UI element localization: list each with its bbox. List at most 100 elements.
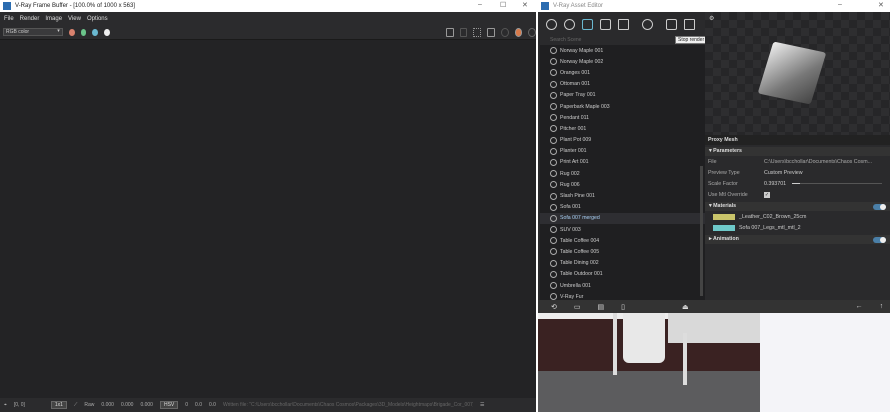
menu-options[interactable]: Options — [87, 16, 108, 22]
file-field[interactable]: C:\Users\bcchollar\Documents\Chaos Cosm.… — [764, 159, 872, 165]
list-item[interactable]: Plant Pot 009 — [540, 135, 705, 146]
stop-icon[interactable] — [528, 27, 537, 37]
list-item[interactable]: Slash Pine 001 — [540, 190, 705, 201]
delete-icon[interactable]: ▯ — [621, 303, 625, 311]
open-icon[interactable]: ▭ — [574, 303, 581, 311]
scale-factor-input[interactable]: 0.393701 — [764, 181, 792, 187]
save-icon[interactable]: ▤ — [598, 303, 605, 311]
material-1[interactable]: _Leather_C02_Brown_25cm — [739, 214, 806, 220]
list-item[interactable]: Table Coffee 005 — [540, 246, 705, 257]
props-header: Proxy Mesh — [705, 135, 890, 145]
section-animation[interactable]: ▸ Animation — [705, 235, 890, 244]
proxy-icon — [550, 192, 557, 200]
list-item[interactable]: Norway Maple 002 — [540, 56, 705, 67]
list-item[interactable]: Umbrella 001 — [540, 280, 705, 291]
asset-editor-window: V-Ray Asset Editor – ✕ Search Scene Norwa… — [538, 0, 890, 313]
s-value: 0.0 — [195, 402, 202, 408]
scale-slider[interactable] — [792, 183, 882, 184]
alpha-channel-icon[interactable] — [104, 28, 110, 36]
proxy-icon — [550, 69, 557, 77]
list-item[interactable]: Pitcher 001 — [540, 123, 705, 134]
section-materials[interactable]: ▾ Materials — [705, 202, 890, 211]
red-channel-icon[interactable] — [68, 28, 75, 36]
preview-type-select[interactable]: Custom Preview — [764, 170, 884, 176]
item-label: Norway Maple 001 — [560, 47, 604, 54]
compare-icon[interactable] — [487, 27, 495, 37]
item-label: Table Coffee 004 — [560, 237, 600, 244]
close-button[interactable]: ✕ — [522, 1, 528, 9]
minimize-button[interactable]: – — [838, 1, 842, 8]
list-item[interactable]: Norway Maple 001 — [540, 45, 705, 56]
settings-icon[interactable] — [642, 18, 653, 30]
menu-image[interactable]: Image — [45, 16, 62, 22]
list-item[interactable]: Table Coffee 004 — [540, 235, 705, 246]
menu-view[interactable]: View — [68, 16, 81, 22]
textures-icon[interactable] — [618, 18, 629, 30]
item-label: Rug 006 — [560, 181, 580, 188]
list-item[interactable]: Rug 002 — [540, 168, 705, 179]
list-item[interactable]: Planter 001 — [540, 146, 705, 157]
back-icon[interactable]: ← — [856, 303, 863, 310]
minimize-button[interactable]: – — [478, 1, 482, 8]
log-icon[interactable]: ☰ — [480, 402, 484, 408]
zoom-select[interactable]: 1x1 — [50, 401, 67, 409]
add-icon[interactable]: ⟲ — [551, 303, 557, 311]
render-teapot-icon[interactable] — [666, 18, 677, 30]
maximize-button[interactable]: ☐ — [500, 1, 506, 9]
preview-options-icon[interactable]: ⚙ — [709, 15, 714, 22]
purge-icon[interactable]: ⏏ — [682, 303, 689, 311]
materials-icon[interactable] — [546, 18, 557, 30]
save-image-icon[interactable] — [445, 27, 454, 37]
lights-icon[interactable] — [564, 18, 575, 30]
close-button[interactable]: ✕ — [878, 1, 884, 9]
layers-icon[interactable] — [600, 18, 611, 30]
color-mode-select[interactable]: HSV — [159, 401, 179, 409]
list-item[interactable]: SUV 003 — [540, 224, 705, 235]
item-label: Table Coffee 005 — [560, 248, 600, 255]
list-item[interactable]: Rug 006 — [540, 179, 705, 190]
region-render-icon[interactable] — [473, 27, 482, 37]
list-item[interactable]: Paper Tray 001 — [540, 90, 705, 101]
green-channel-icon[interactable] — [80, 28, 87, 36]
menu-render[interactable]: Render — [20, 16, 40, 22]
item-label: Pendant 011 — [560, 114, 590, 121]
list-item[interactable]: Print Art 001 — [540, 157, 705, 168]
mtl-override-checkbox[interactable]: ✓ — [764, 191, 770, 198]
blue-channel-icon[interactable] — [92, 28, 99, 36]
vfb-titlebar: V-Ray Frame Buffer - [100.0% of 1000 x 5… — [0, 0, 536, 12]
proxy-icon — [550, 158, 557, 166]
h-value: 0 — [185, 402, 189, 408]
animation-label: Animation — [712, 236, 739, 242]
list-item[interactable]: Sofa 007 merged — [540, 212, 705, 224]
list-item[interactable]: Table Outdoor 001 — [540, 269, 705, 280]
list-item[interactable]: Sofa 001 — [540, 202, 705, 213]
geometry-icon[interactable] — [582, 18, 593, 30]
history-icon[interactable] — [500, 27, 509, 37]
load-image-icon[interactable] — [459, 27, 468, 37]
file-label: File — [708, 158, 717, 165]
materials-toggle[interactable] — [873, 203, 886, 210]
pick-icon[interactable]: ⌖ — [4, 402, 7, 408]
animation-toggle[interactable] — [873, 236, 886, 243]
section-parameters[interactable]: ▾ Parameters — [705, 147, 890, 156]
list-item[interactable]: Pendant 011 — [540, 112, 705, 123]
curve-icon[interactable]: ⟋ — [74, 402, 78, 408]
frame-buffer-icon[interactable] — [684, 18, 695, 30]
channel-select[interactable]: RGB color — [3, 28, 63, 36]
vray-icon — [541, 2, 549, 10]
list-item[interactable]: Paperbark Maple 003 — [540, 101, 705, 112]
item-label: Pitcher 001 — [560, 125, 587, 132]
proxy-icon — [550, 136, 557, 144]
tooltip: Stop render — [675, 36, 708, 44]
item-label: Planter 001 — [560, 148, 587, 155]
item-label: Paper Tray 001 — [560, 92, 596, 99]
material-2[interactable]: Sofa 007_Legs_mtl_mtl_2 — [739, 225, 801, 231]
list-item[interactable]: Oranges 001 — [540, 67, 705, 78]
list-item[interactable]: Ottoman 001 — [540, 79, 705, 90]
render-icon[interactable] — [514, 27, 523, 37]
up-icon[interactable]: ↑ — [880, 303, 884, 310]
render-canvas[interactable] — [0, 40, 536, 398]
scrollbar[interactable] — [700, 166, 703, 296]
menu-file[interactable]: File — [4, 16, 14, 22]
list-item[interactable]: Table Dining 002 — [540, 258, 705, 269]
